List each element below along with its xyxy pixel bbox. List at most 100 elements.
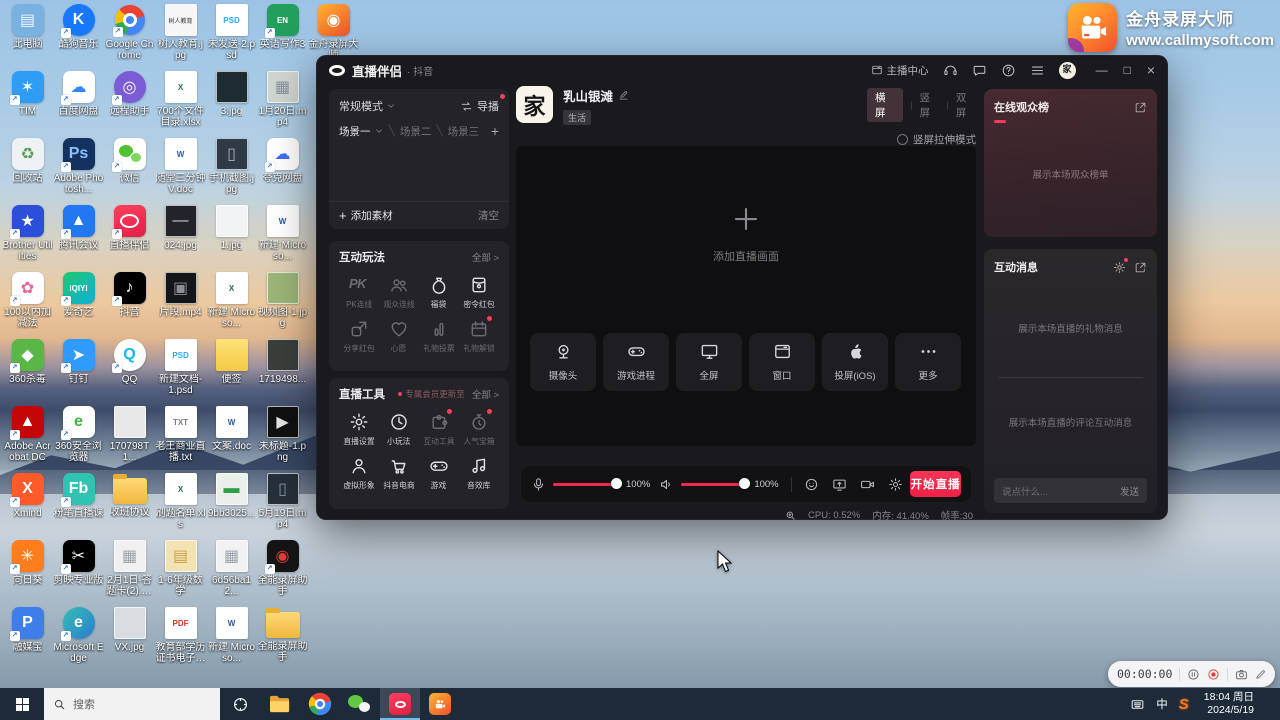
source-button[interactable]: 全屏 (676, 333, 742, 391)
desktop-icon[interactable]: ▲↗Adobe Acrobat DC (2, 404, 53, 471)
desktop-icon[interactable]: 便签 (206, 337, 257, 404)
desktop-icon[interactable]: ▣片段.mp4 (155, 270, 206, 337)
play-panel-more[interactable]: 全部 > (472, 250, 499, 264)
maximize-button[interactable]: □ (1124, 63, 1131, 77)
feature-item[interactable]: 小玩法 (379, 412, 419, 447)
desktop-icon[interactable]: W新建 Microso... (206, 605, 257, 672)
desktop-icon[interactable]: 170798T1... (104, 404, 155, 471)
taskbar-live-companion[interactable] (380, 688, 420, 720)
desktop-icon[interactable]: ▦2月1日-答题卡(2).png (104, 538, 155, 605)
desktop-icon[interactable]: ▲↗腾讯会议 (53, 203, 104, 270)
send-button[interactable]: 发送 (1120, 484, 1139, 498)
feature-item[interactable]: 互动工具 (419, 412, 459, 447)
feature-item[interactable]: 心愿 (379, 319, 419, 354)
desktop-icon[interactable]: ✿↗100以内加减法 (2, 270, 53, 337)
mode-select[interactable]: 常规模式 (339, 98, 383, 114)
desktop-icon[interactable]: ◉金舟录屏大师 (308, 2, 359, 61)
speaker-icon[interactable] (659, 477, 674, 492)
desktop-icon[interactable]: e↗Microsoft Edge (53, 605, 104, 672)
speaker-volume-slider[interactable] (681, 483, 745, 486)
popout-icon[interactable] (1134, 101, 1147, 114)
settings-icon[interactable] (888, 477, 903, 492)
task-view-button[interactable] (220, 688, 260, 720)
feature-item[interactable]: 游戏 (419, 456, 459, 491)
help-icon[interactable] (1001, 63, 1016, 78)
desktop-icon[interactable]: K↗酷狗音乐 (53, 2, 104, 69)
desktop-icon[interactable]: TXT老王商业直播.txt (155, 404, 206, 471)
desktop-icon[interactable]: PDF教育部学历证书电子注册... (155, 605, 206, 672)
desktop-icon[interactable]: X↗Xmind (2, 471, 53, 538)
orientation-2[interactable]: 竖屏 (919, 90, 939, 120)
source-button[interactable]: 摄像头 (530, 333, 596, 391)
feature-item[interactable]: 福袋 (419, 275, 459, 310)
scene-tab-1[interactable]: 场景一 (339, 124, 384, 139)
titlebar[interactable]: 直播伴侣 · 抖音 主播中心 家 — □ × (317, 56, 1167, 84)
feature-item[interactable]: 礼物解锁 (459, 319, 499, 354)
desktop-icon[interactable]: ▤此电脑 (2, 2, 53, 69)
start-live-button[interactable]: 开始直播 (910, 471, 961, 497)
tray-app-icon[interactable]: S (1179, 696, 1189, 713)
add-screen-button[interactable]: 添加直播画面 (516, 204, 976, 264)
feature-item[interactable]: 虚拟形象 (339, 456, 379, 491)
desktop-icon[interactable]: ☁↗百度网盘 (53, 69, 104, 136)
message-settings-icon[interactable] (1113, 261, 1126, 274)
desktop-icon[interactable]: ↗直播伴侣 (104, 203, 155, 270)
touch-keyboard-icon[interactable] (1130, 697, 1145, 712)
taskbar-file-explorer[interactable] (260, 688, 300, 720)
annotate-button[interactable] (1255, 668, 1266, 681)
desktop-icon[interactable]: ☁↗夸克网盘 (257, 136, 308, 203)
desktop-icon[interactable]: ★↗Brother Utilities (2, 203, 53, 270)
source-button[interactable]: 投屏(iOS) (822, 333, 888, 391)
desktop-icon[interactable]: —024.jpg (155, 203, 206, 270)
desktop-icon[interactable]: X刷题名单.xls (155, 471, 206, 538)
video-camera-icon[interactable] (860, 477, 875, 492)
source-button[interactable]: 窗口 (749, 333, 815, 391)
desktop-icon[interactable]: 树人教育树人教育.jpg (155, 2, 206, 69)
desktop-icon[interactable]: 收班协议 (104, 471, 155, 538)
beauty-icon[interactable] (804, 477, 819, 492)
anchor-center-button[interactable]: 主播中心 (871, 63, 929, 78)
desktop-icon[interactable]: ↗微信 (104, 136, 155, 203)
desktop-icon[interactable]: Fb↗粉笔直播课 (53, 471, 104, 538)
feature-item[interactable]: 礼物投票 (419, 319, 459, 354)
desktop-icon[interactable]: ▬9bb3025... (206, 471, 257, 538)
desktop-icon[interactable]: VX.jpg (104, 605, 155, 672)
desktop-icon[interactable]: W文案.doc (206, 404, 257, 471)
orientation-3[interactable]: 双屏 (956, 90, 976, 120)
scene-tab-3[interactable]: 场景三 (448, 124, 480, 139)
desktop-icon[interactable]: iQIYI↗爱奇艺 (53, 270, 104, 337)
tools-panel-more[interactable]: 全部 > (472, 387, 499, 401)
taskbar-search[interactable]: 搜索 (44, 688, 220, 720)
desktop-icon[interactable]: X700个文件目录.xlsx (155, 69, 206, 136)
feature-item[interactable]: PKPK连线 (339, 275, 379, 310)
director-button[interactable]: 导播 (460, 98, 499, 114)
desktop-icon[interactable]: PSD新建文档-1.psd (155, 337, 206, 404)
feature-item[interactable]: 抖音电商 (379, 456, 419, 491)
close-button[interactable]: × (1147, 62, 1155, 78)
desktop-icon[interactable]: e↗360安全浏览器 (53, 404, 104, 471)
taskbar-chrome[interactable] (300, 688, 340, 720)
desktop-icon[interactable]: ✳↗向日葵 (2, 538, 53, 605)
desktop-icon[interactable]: ✶↗TIM (2, 69, 53, 136)
mic-volume-slider[interactable] (553, 483, 617, 486)
desktop-icon[interactable]: PSD未发送-2.psd (206, 2, 257, 69)
feature-item[interactable]: 直播设置 (339, 412, 379, 447)
menu-icon[interactable] (1030, 63, 1045, 78)
minimize-button[interactable]: — (1096, 63, 1108, 77)
feature-item[interactable]: 密令红包 (459, 275, 499, 310)
desktop-icon[interactable]: EN↗英语写作3 (257, 2, 308, 69)
desktop-icon[interactable]: W随堂三分钟V.doc (155, 136, 206, 203)
feature-item[interactable]: 音效库 (459, 456, 499, 491)
ime-indicator[interactable]: 中 (1156, 696, 1168, 712)
microphone-icon[interactable] (531, 477, 546, 492)
avatar[interactable]: 家 (1059, 62, 1076, 79)
desktop-icon[interactable]: 1719498... (257, 337, 308, 404)
taskbar-wechat[interactable] (340, 688, 380, 720)
desktop-icon[interactable]: ▯5月19日.mp4 (257, 471, 308, 538)
desktop-icon[interactable]: P↗融媒宝 (2, 605, 53, 672)
screenshot-button[interactable] (1235, 667, 1248, 682)
desktop-icon[interactable]: 1.jpg (206, 203, 257, 270)
desktop-icon[interactable]: 全能录屏助手 (257, 605, 308, 672)
desktop-icon[interactable]: ♪↗抖音 (104, 270, 155, 337)
stretch-mode-toggle[interactable]: 竖屏拉伸模式 (857, 132, 976, 147)
